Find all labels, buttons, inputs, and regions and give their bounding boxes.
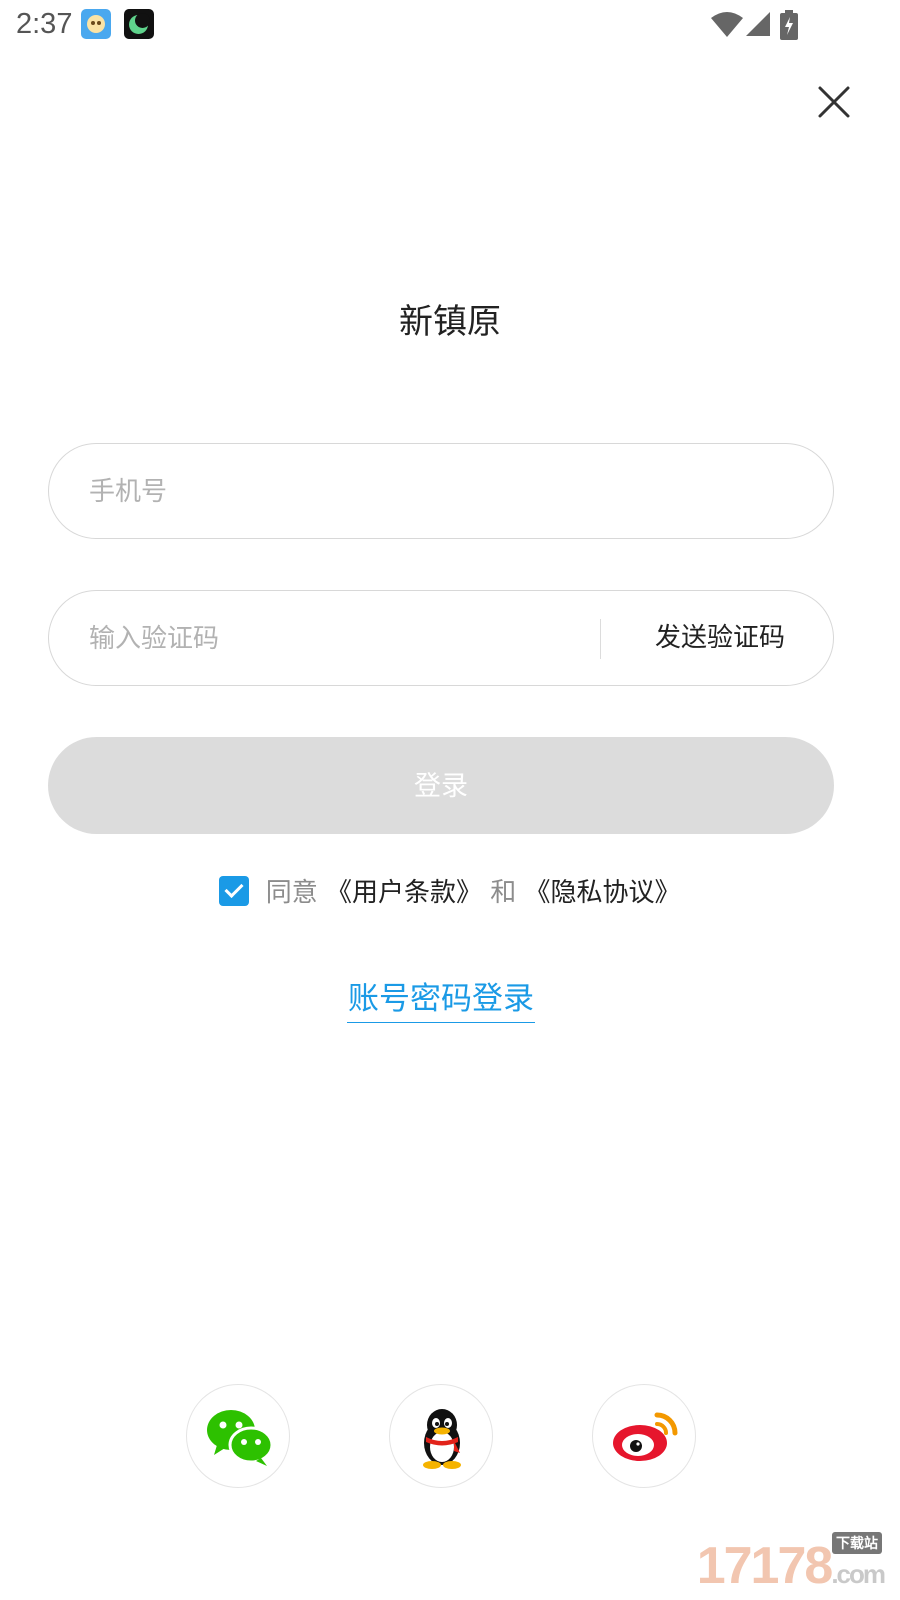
and-text: 和 — [490, 878, 517, 908]
qq-login-button[interactable] — [389, 1384, 493, 1488]
agreement-row: 同意 《用户条款》 和 《隐私协议》 — [0, 872, 900, 909]
phone-field — [48, 443, 834, 540]
watermark-suffix: .com — [831, 1559, 886, 1589]
close-button[interactable] — [812, 80, 856, 124]
qq-icon — [423, 1409, 461, 1469]
login-button[interactable]: 登录 — [48, 737, 834, 834]
agree-text: 同意 — [265, 878, 318, 908]
verification-code-input[interactable] — [87, 591, 571, 687]
privacy-link[interactable]: 《隐私协议》 — [525, 878, 681, 908]
wifi-icon — [711, 12, 743, 37]
terms-link[interactable]: 《用户条款》 — [326, 878, 482, 908]
watermark-logo: 17178.com 下载站 — [696, 1532, 886, 1596]
watermark-tag: 下载站 — [832, 1532, 882, 1554]
field-divider — [600, 619, 601, 659]
weibo-login-button[interactable] — [592, 1384, 696, 1488]
watermark-number: 17178 — [696, 1537, 834, 1595]
cellular-signal-icon — [746, 12, 770, 36]
send-code-button[interactable]: 发送验证码 — [655, 591, 785, 685]
status-time: 2:37 — [16, 8, 73, 40]
wechat-icon — [207, 1410, 274, 1466]
baby-face-app-icon — [81, 9, 111, 39]
app-title: 新镇原 — [399, 302, 501, 342]
password-login-link[interactable]: 账号密码登录 — [347, 973, 535, 1023]
system-icons — [710, 10, 830, 40]
close-icon — [818, 86, 850, 118]
wechat-login-button[interactable] — [186, 1384, 290, 1488]
agreement-checkbox[interactable] — [219, 875, 250, 906]
status-bar: 2:37 — [0, 0, 900, 48]
moon-sleep-app-icon — [124, 9, 154, 39]
battery-charging-icon — [780, 10, 798, 40]
weibo-icon — [613, 1412, 678, 1461]
phone-input[interactable] — [87, 444, 571, 540]
verification-code-field: 发送验证码 — [48, 590, 834, 687]
